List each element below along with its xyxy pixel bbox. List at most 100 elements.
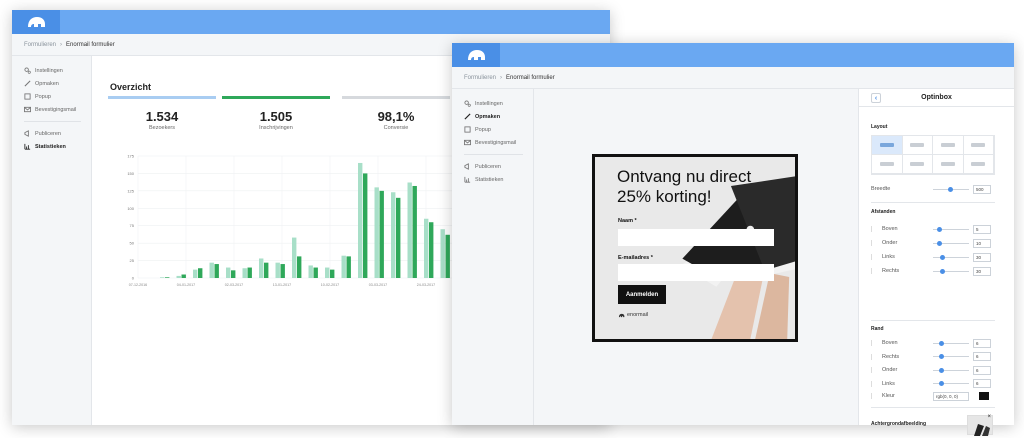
afstanden-input[interactable]: 30 — [973, 266, 991, 276]
sidebar-item-publiceren[interactable]: Publiceren — [12, 127, 91, 140]
y-tick-label: 175 — [127, 154, 134, 159]
sidebar-item-statistieken[interactable]: Statistieken — [452, 173, 533, 186]
breadcrumb-parent[interactable]: Formulieren — [464, 75, 496, 81]
bar[interactable] — [297, 256, 302, 278]
bar[interactable] — [231, 270, 236, 278]
layout-option[interactable] — [963, 155, 994, 174]
bar[interactable] — [363, 173, 368, 278]
bar[interactable] — [379, 190, 384, 278]
afstanden-row-links: Links 30 — [871, 252, 995, 262]
sidebar-item-opmaken[interactable]: Opmaken — [12, 77, 91, 90]
optin-popup-preview[interactable]: Ontvang nu direct 25% korting! Naam * E-m… — [592, 154, 798, 342]
bar[interactable] — [313, 267, 318, 278]
kleur-swatch[interactable] — [979, 392, 989, 400]
bar[interactable] — [242, 268, 247, 278]
bar[interactable] — [396, 197, 401, 278]
rand-input[interactable]: 6 — [973, 365, 991, 375]
rand-input[interactable]: 6 — [973, 352, 991, 361]
square-icon — [464, 126, 471, 133]
name-input[interactable] — [618, 229, 774, 246]
bar[interactable] — [247, 267, 252, 278]
afstanden-heading: Afstanden — [871, 209, 896, 215]
rand-slider[interactable] — [933, 381, 969, 386]
bar[interactable] — [264, 262, 269, 278]
kleur-input[interactable]: rgb(0, 0, 0) — [933, 391, 969, 401]
bar[interactable] — [412, 185, 417, 278]
rand-input[interactable]: 6 — [973, 338, 991, 348]
bar[interactable] — [391, 192, 396, 278]
bar[interactable] — [209, 262, 214, 278]
enormail-logo[interactable] — [452, 43, 500, 67]
bar[interactable] — [407, 182, 412, 278]
layout-option[interactable] — [902, 155, 933, 174]
aanmelden-button[interactable]: Aanmelden — [618, 285, 666, 304]
bar[interactable] — [214, 264, 219, 278]
bar[interactable] — [292, 237, 297, 278]
layout-option[interactable] — [872, 155, 903, 174]
sidebar-item-publiceren[interactable]: Publiceren — [452, 160, 533, 173]
bar[interactable] — [445, 234, 450, 278]
layout-option[interactable] — [963, 136, 994, 155]
bar[interactable] — [160, 277, 165, 278]
bar[interactable] — [429, 222, 434, 278]
bar[interactable] — [193, 269, 198, 278]
rand-slider[interactable] — [933, 367, 969, 373]
layout-option[interactable] — [872, 136, 903, 155]
sidebar-item-popup[interactable]: Popup — [452, 123, 533, 136]
bar[interactable] — [440, 229, 445, 278]
remove-image-icon[interactable]: × — [987, 414, 991, 420]
layout-option[interactable] — [933, 155, 964, 174]
bar[interactable] — [176, 275, 181, 278]
bar[interactable] — [308, 265, 313, 278]
x-tick-label: 10-02-2017 — [321, 283, 339, 287]
x-tick-label: 02-03-2017 — [225, 283, 243, 287]
email-input[interactable] — [618, 264, 774, 281]
sidebar-item-bevestigingsmail[interactable]: Bevestigingsmail — [12, 103, 91, 116]
y-tick-label: 25 — [130, 258, 135, 263]
mail-icon — [24, 106, 31, 113]
layout-option[interactable] — [933, 136, 964, 155]
bar[interactable] — [181, 274, 186, 278]
rand-input[interactable]: 6 — [973, 379, 991, 388]
afstanden-input[interactable]: 10 — [973, 238, 991, 248]
bar[interactable] — [226, 267, 231, 278]
breedte-input[interactable]: 500 — [973, 184, 991, 194]
afstanden-input[interactable]: 30 — [973, 252, 991, 262]
bar[interactable] — [374, 187, 379, 278]
sidebar-item-opmaken[interactable]: Opmaken — [452, 110, 533, 123]
bar[interactable] — [275, 262, 280, 278]
bar[interactable] — [325, 267, 330, 278]
sidebar-item-instellingen[interactable]: Instellingen — [452, 97, 533, 110]
bar[interactable] — [358, 162, 363, 278]
breadcrumb-current: Enormail formulier — [506, 74, 555, 81]
y-tick-label: 125 — [127, 188, 134, 193]
afstanden-input[interactable]: 5 — [973, 224, 991, 234]
afstanden-slider[interactable] — [933, 226, 969, 232]
afstanden-slider[interactable] — [933, 254, 969, 260]
panel-title: Optinbox — [921, 94, 952, 101]
layout-option[interactable] — [902, 136, 933, 155]
preview-canvas: Ontvang nu direct 25% korting! Naam * E-m… — [534, 89, 858, 425]
sidebar-item-popup[interactable]: Popup — [12, 90, 91, 103]
bar[interactable] — [424, 218, 429, 278]
breedte-slider[interactable] — [933, 186, 969, 192]
bar[interactable] — [198, 268, 203, 278]
bar[interactable] — [165, 277, 170, 278]
background-image-thumbnail[interactable]: × — [967, 414, 993, 436]
breadcrumb-parent[interactable]: Formulieren — [24, 42, 56, 48]
afstanden-slider[interactable] — [933, 240, 969, 246]
sidebar-item-statistieken[interactable]: Statistieken — [12, 140, 91, 153]
bar[interactable] — [346, 256, 351, 278]
megaphone-icon — [24, 130, 29, 137]
rand-slider[interactable] — [933, 354, 969, 359]
back-button[interactable]: ‹ — [871, 93, 881, 103]
sidebar-item-instellingen[interactable]: Instellingen — [12, 64, 91, 77]
bar[interactable] — [341, 255, 346, 278]
rand-slider[interactable] — [933, 340, 969, 346]
enormail-logo[interactable] — [12, 10, 60, 34]
sidebar-item-bevestigingsmail[interactable]: Bevestigingsmail — [452, 136, 533, 149]
bar[interactable] — [259, 258, 264, 278]
bar[interactable] — [280, 264, 285, 278]
bar[interactable] — [330, 269, 335, 278]
afstanden-slider[interactable] — [933, 268, 969, 274]
